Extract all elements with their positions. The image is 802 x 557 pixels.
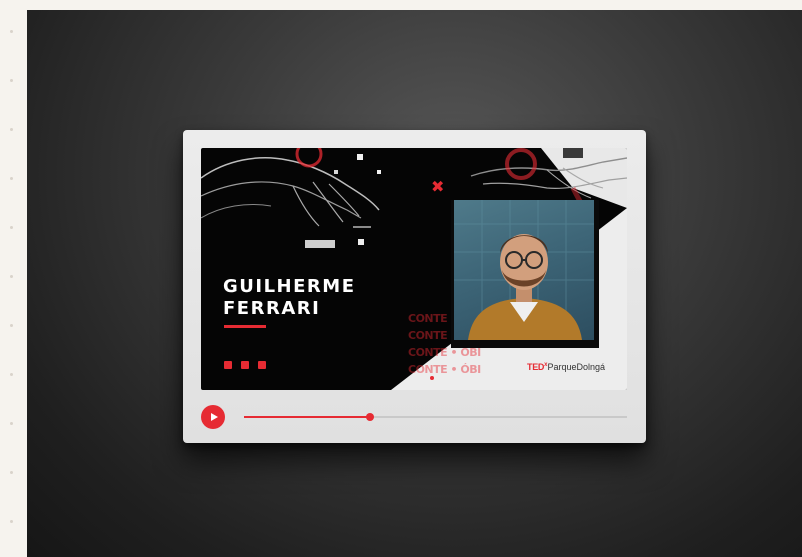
hand-illustration-left (201, 148, 381, 227)
speaker-name: GUILHERME FERRARI (223, 276, 356, 320)
speaker-portrait (454, 200, 594, 340)
speaker-last-name: FERRARI (223, 298, 321, 319)
deco-dot (334, 170, 338, 174)
deco-square (358, 239, 364, 245)
name-underline (224, 325, 266, 328)
play-button[interactable] (201, 405, 225, 429)
progress-bar[interactable] (244, 413, 627, 421)
red-dot (430, 376, 434, 380)
deco-bar (305, 240, 335, 248)
deco-line (353, 226, 371, 228)
play-icon (210, 413, 218, 421)
x-mark-icon: ✖ (431, 177, 445, 196)
video-screen[interactable]: ✖ GUILHERME FERRARI CONTE • ÓBI CONTE • … (201, 148, 627, 390)
speaker-photo (454, 200, 594, 340)
speaker-first-name: GUILHERME (223, 276, 356, 297)
page-margin-dots (0, 0, 27, 557)
red-dots-row (224, 361, 266, 369)
progress-fill (244, 416, 371, 418)
ted-logo: TEDxParqueDolngá (527, 362, 605, 372)
